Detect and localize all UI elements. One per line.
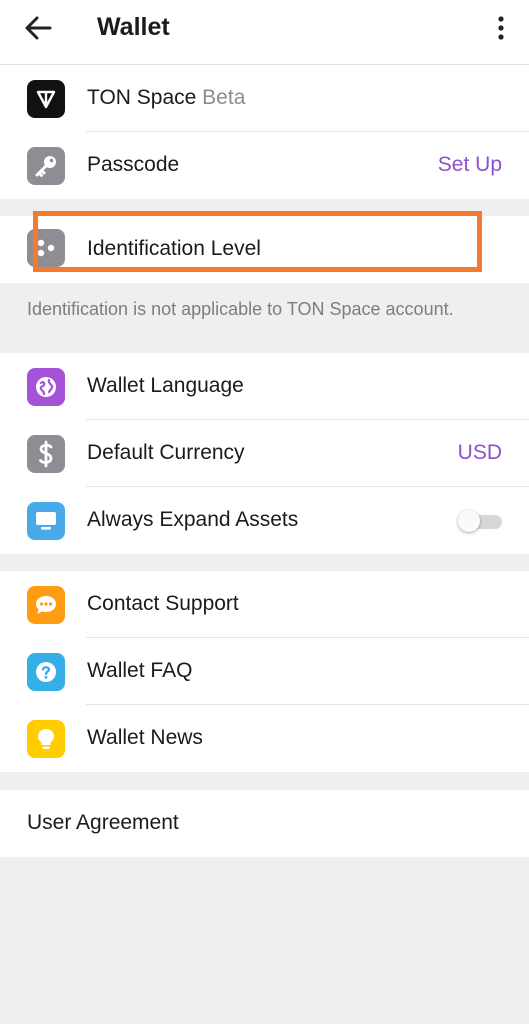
user-agreement-label: User Agreement <box>27 811 179 834</box>
monitor-icon <box>27 502 65 540</box>
back-arrow-icon[interactable] <box>22 14 54 42</box>
passcode-row[interactable]: Passcode Set Up <box>0 132 529 199</box>
contact-support-label: Contact Support <box>87 592 239 615</box>
lightbulb-icon <box>27 720 65 758</box>
identification-note: Identification is not applicable to TON … <box>27 299 454 319</box>
wallet-faq-row[interactable]: Wallet FAQ <box>0 638 529 705</box>
beta-badge: Beta <box>202 86 246 109</box>
wallet-language-label: Wallet Language <box>87 374 244 397</box>
default-currency-row[interactable]: Default Currency USD <box>0 420 529 487</box>
wallet-news-label: Wallet News <box>87 726 203 749</box>
settings-section: Wallet Language Default Currency USD Alw… <box>0 353 529 554</box>
currency-value[interactable]: USD <box>458 440 502 466</box>
ton-space-row[interactable]: TON Space Beta <box>0 65 529 132</box>
passcode-setup-link[interactable]: Set Up <box>438 152 502 178</box>
key-icon <box>27 147 65 185</box>
more-vertical-icon[interactable] <box>493 14 509 42</box>
account-section: TON Space Beta Passcode Set Up <box>0 65 529 199</box>
expand-assets-toggle[interactable] <box>458 510 502 532</box>
help-section: Contact Support Wallet FAQ Wallet News <box>0 571 529 772</box>
user-agreement-row[interactable]: User Agreement <box>0 790 529 857</box>
wallet-language-row[interactable]: Wallet Language <box>0 353 529 420</box>
app-header: Wallet <box>0 0 529 65</box>
contact-support-row[interactable]: Contact Support <box>0 571 529 638</box>
globe-icon <box>27 368 65 406</box>
passcode-label: Passcode <box>87 153 180 176</box>
chat-bubble-icon <box>27 586 65 624</box>
page-title: Wallet <box>97 13 170 41</box>
ton-space-text: TON Space <box>87 86 197 109</box>
dollar-icon <box>27 435 65 473</box>
highlight-box <box>33 211 482 272</box>
always-expand-assets-row[interactable]: Always Expand Assets <box>0 487 529 554</box>
toggle-knob <box>458 510 480 532</box>
wallet-news-row[interactable]: Wallet News <box>0 705 529 772</box>
always-expand-assets-label: Always Expand Assets <box>87 508 299 531</box>
wallet-faq-label: Wallet FAQ <box>87 659 193 682</box>
ton-diamond-icon <box>27 80 65 118</box>
question-icon <box>27 653 65 691</box>
ton-space-label: TON Space Beta <box>87 85 245 111</box>
legal-section: User Agreement <box>0 790 529 857</box>
default-currency-label: Default Currency <box>87 441 245 464</box>
